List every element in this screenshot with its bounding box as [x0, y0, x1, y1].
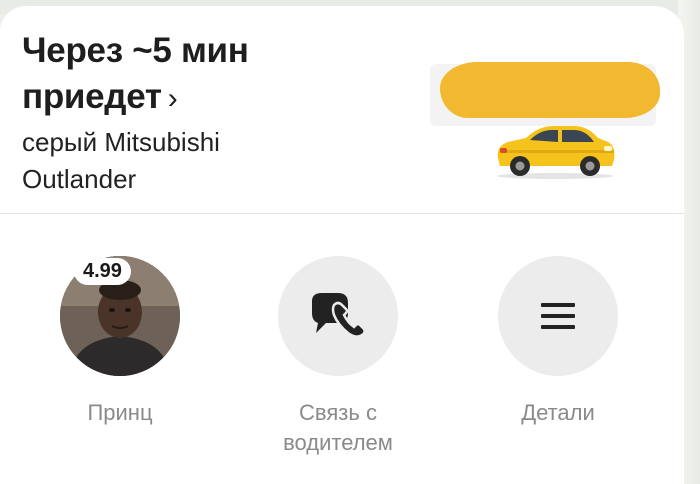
contact-circle — [278, 256, 398, 376]
car-description: серый Mitsubishi Outlander — [22, 124, 322, 198]
header-divider — [0, 213, 684, 214]
contact-label-line2: водителем — [283, 430, 393, 455]
details-circle — [498, 256, 618, 376]
contact-driver-button[interactable]: Связь с водителем — [228, 256, 448, 458]
ride-header: Через ~5 мин приедет › серый Mitsubishi O… — [0, 6, 684, 214]
menu-lines-icon — [541, 303, 575, 329]
driver-button[interactable]: 4.99 Принц — [10, 256, 230, 428]
contact-driver-label: Связь с водителем — [228, 398, 448, 458]
car-model-line1: серый Mitsubishi — [22, 127, 220, 157]
taxi-car-icon — [497, 126, 615, 179]
eta-arrival: приедет — [22, 77, 162, 116]
driver-rating-badge: 4.99 — [74, 258, 131, 285]
driver-name: Принц — [87, 400, 153, 425]
eta-title-link[interactable]: Через ~5 мин приедет › — [22, 28, 249, 122]
phone-chat-icon — [312, 293, 366, 338]
details-button[interactable]: Детали — [448, 256, 668, 428]
chevron-right-icon: › — [167, 82, 178, 115]
details-label: Детали — [521, 400, 595, 425]
ride-status-card: Через ~5 мин приедет › серый Mitsubishi O… — [0, 6, 684, 484]
eta-time: Через ~5 мин — [22, 31, 249, 70]
contact-label-line1: Связь с — [299, 400, 377, 425]
license-plate-redaction — [440, 62, 660, 118]
car-model-line2: Outlander — [22, 164, 137, 194]
